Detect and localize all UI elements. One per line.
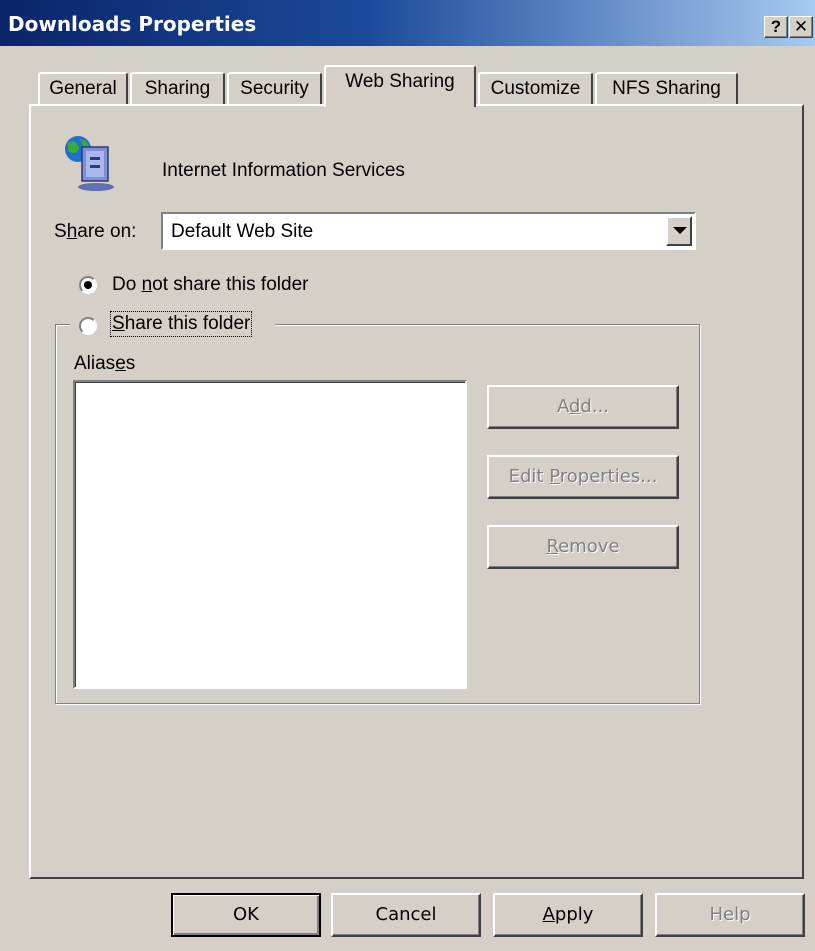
radio-share-this-folder[interactable] <box>79 317 97 335</box>
radio-share-this-folder-label[interactable]: Share this folder <box>109 311 253 337</box>
tab-label: Security <box>240 78 309 99</box>
service-name-label: Internet Information Services <box>162 160 405 181</box>
tab-security[interactable]: Security <box>227 72 322 104</box>
tab-nfs-sharing[interactable]: NFS Sharing <box>595 72 738 104</box>
radio-do-not-share[interactable] <box>79 276 97 294</box>
tab-sharing[interactable]: Sharing <box>130 72 225 104</box>
tab-general[interactable]: General <box>38 72 128 104</box>
tab-label: NFS Sharing <box>612 78 721 99</box>
ok-button[interactable]: OK <box>171 893 321 937</box>
aliases-listbox[interactable] <box>73 380 467 689</box>
radio-selected-dot <box>84 281 92 289</box>
tab-label: Web Sharing <box>345 71 455 92</box>
tab-label: Sharing <box>144 78 211 99</box>
window-title: Downloads Properties <box>8 12 257 36</box>
tab-web-sharing[interactable]: Web Sharing <box>324 65 476 107</box>
apply-button[interactable]: Apply <box>493 893 643 937</box>
chevron-down-icon[interactable] <box>666 216 692 246</box>
close-icon: ✕ <box>793 17 809 36</box>
tab-customize[interactable]: Customize <box>478 72 593 104</box>
close-caption-button[interactable]: ✕ <box>789 16 813 38</box>
remove-alias-button[interactable]: Remove <box>487 525 679 569</box>
tab-label: General <box>49 78 117 99</box>
share-on-label: Share on: <box>54 221 137 242</box>
aliases-label: Aliases <box>74 353 136 374</box>
cancel-button[interactable]: Cancel <box>331 893 481 937</box>
title-bar: Downloads Properties ? ✕ <box>0 0 815 46</box>
add-alias-button[interactable]: Add... <box>487 385 679 429</box>
iis-computer-globe-icon <box>60 133 120 193</box>
tab-label: Customize <box>490 78 581 99</box>
radio-do-not-share-label[interactable]: Do not share this folder <box>112 274 308 296</box>
share-on-dropdown[interactable]: Default Web Site <box>161 212 696 250</box>
help-button[interactable]: Help <box>655 893 805 937</box>
help-icon: ? <box>770 17 782 36</box>
share-on-value: Default Web Site <box>171 221 314 242</box>
edit-properties-button[interactable]: Edit Properties... <box>487 455 679 499</box>
help-caption-button[interactable]: ? <box>764 16 788 38</box>
